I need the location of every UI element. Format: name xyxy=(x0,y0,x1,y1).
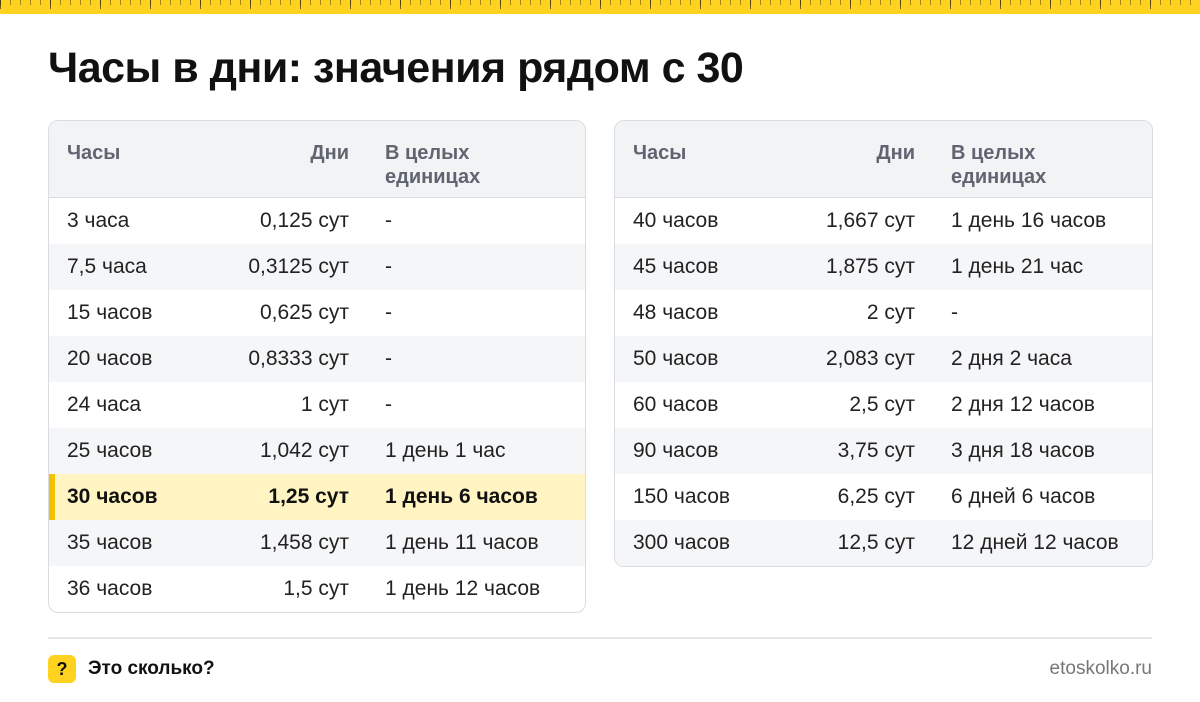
table-row-highlighted: 30 часов 1,25 сут 1 день 6 часов xyxy=(49,474,585,520)
table-row: 20 часов 0,8333 сут - xyxy=(49,336,585,382)
table-row: 25 часов 1,042 сут 1 день 1 час xyxy=(49,428,585,474)
table-row: 36 часов 1,5 сут 1 день 12 часов xyxy=(67,577,541,600)
header-days: Дни xyxy=(310,142,349,164)
table-row: 50 часов 2,083 сут 2 дня 2 часа xyxy=(615,336,1152,382)
table-row: 90 часов 3,75 сут 3 дня 18 часов xyxy=(615,428,1152,474)
table-row: 35 часов 1,458 сут 1 день 11 часов xyxy=(49,520,585,566)
footer-divider xyxy=(48,637,1152,639)
ruler-strip xyxy=(0,0,1200,14)
table-row: 45 часов 1,875 сут 1 день 21 час xyxy=(615,244,1152,290)
header-whole: В целых единицах xyxy=(385,142,481,188)
table-right: Часы Дни В целых единицах 40 часов 1,667 … xyxy=(614,120,1153,567)
table-row: 60 часов 2,5 сут 2 дня 12 часов xyxy=(633,393,1095,416)
page-title: Часы в дни: значения рядом с 30 xyxy=(48,44,744,92)
question-mark-icon: ? xyxy=(48,655,76,683)
header-days: Дни xyxy=(876,142,915,164)
table-body-right: 40 часов 1,667 сут 1 день 16 часов 45 часо… xyxy=(615,198,1152,566)
site-link[interactable]: etoskolko.ru xyxy=(1050,658,1152,680)
brand-name: Это сколько? xyxy=(88,658,215,679)
table-row: 15 часов 0,625 сут - xyxy=(67,301,392,324)
table-left: Часы Дни В целых единицах 3 часа 0,125 су… xyxy=(48,120,586,613)
table-row: 24 часа 1 сут - xyxy=(67,393,392,416)
table-row: 3 часа 0,125 сут - xyxy=(67,209,392,232)
table-body-left: 3 часа 0,125 сут - 7,5 часа 0,3125 сут - 15 … xyxy=(49,198,585,612)
brand: ? Это сколько? xyxy=(48,655,215,683)
table-row: 7,5 часа 0,3125 сут - xyxy=(49,244,585,290)
table-header: Часы Дни В целых единицах xyxy=(615,121,1152,198)
table-header: Часы Дни В целых единицах xyxy=(49,121,585,198)
header-hours: Часы xyxy=(67,142,121,164)
table-row: 300 часов 12,5 сут 12 дней 12 часов xyxy=(615,520,1152,566)
header-hours: Часы xyxy=(633,142,687,164)
table-row: 40 часов 1,667 сут 1 день 16 часов xyxy=(633,209,1107,232)
table-row: 48 часов 2 сут - xyxy=(633,301,958,324)
header-whole: В целых единицах xyxy=(951,142,1047,188)
table-row: 150 часов 6,25 сут 6 дней 6 часов xyxy=(633,485,1096,508)
